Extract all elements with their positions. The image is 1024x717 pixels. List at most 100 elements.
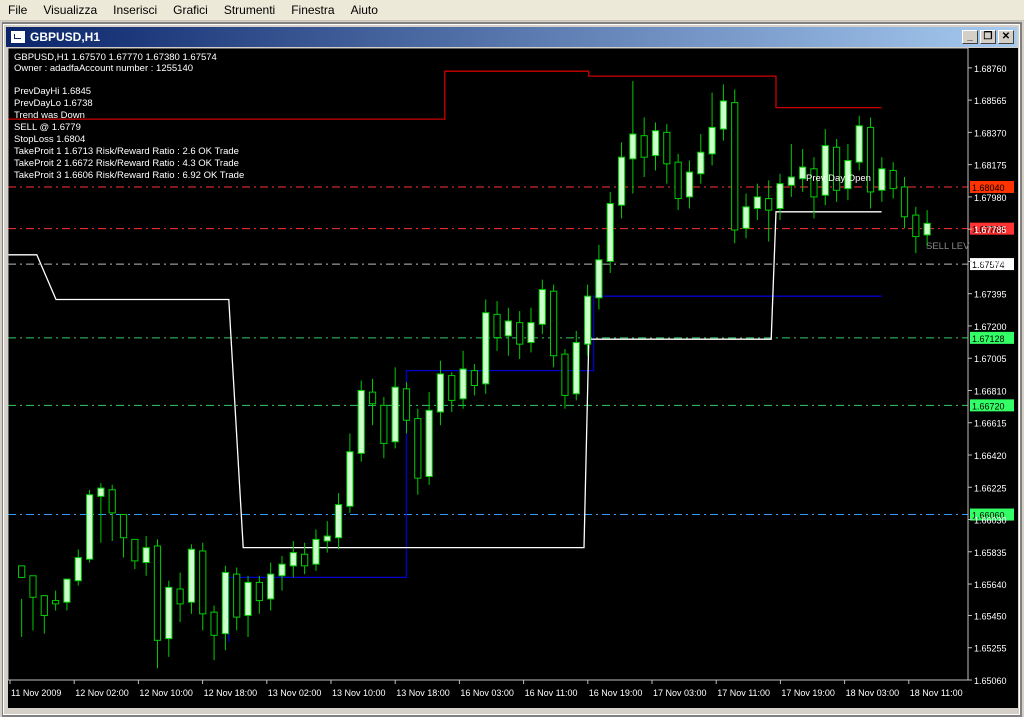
y-tick-label: 1.67005 [974, 354, 1007, 364]
candle-body [482, 312, 490, 385]
candle-body [74, 557, 82, 582]
menu-help[interactable]: Aiuto [343, 0, 386, 20]
candle-body [63, 578, 71, 603]
menu-insert[interactable]: Inserisci [105, 0, 165, 20]
candle-body [606, 203, 614, 262]
y-tick-label: 1.68370 [974, 128, 1007, 138]
candle-body [97, 487, 105, 497]
candle-body [617, 156, 626, 206]
y-tick-label: 1.65640 [974, 580, 1007, 590]
candle-body [583, 295, 592, 345]
candle-body [436, 373, 445, 413]
candle-body [18, 565, 26, 578]
price-chart[interactable]: 1.68040 1.67788 1.67574 1.67128 1.66720 1.660… [7, 47, 1018, 708]
restore-button[interactable]: ❐ [980, 30, 996, 44]
candle-body [255, 581, 263, 602]
candle-body [663, 131, 671, 165]
candle-body [244, 581, 252, 616]
candle-body [346, 451, 354, 507]
x-tick-label: 12 Nov 18:00 [204, 688, 258, 698]
candle-body [527, 322, 535, 343]
x-tick-label: 13 Nov 02:00 [268, 688, 322, 698]
candle-body [289, 552, 297, 567]
chart-canvas[interactable]: 1.680401.677881.675741.671281.667201.660… [7, 47, 1018, 708]
y-tick-label: 1.67200 [974, 322, 1007, 332]
y-tick-label: 1.65255 [974, 644, 1007, 654]
window-title: GBPUSD,H1 [30, 30, 101, 44]
candle-body [199, 550, 207, 615]
candle-body [278, 563, 286, 577]
info-tp2: TakeProit 2 1.6672 Risk/Reward Ratio : 4… [14, 158, 239, 169]
prev-day-open-label: Prev Day Open [806, 173, 871, 184]
pivot-line [8, 211, 882, 549]
x-tick-label: 11 Nov 2009 [11, 688, 61, 698]
candle-body [301, 553, 309, 567]
candle-body [425, 409, 433, 478]
x-tick-label: 16 Nov 19:00 [589, 688, 643, 698]
menu-view[interactable]: Visualizza [35, 0, 105, 20]
info-prev-day-lo: PrevDayLo 1.6738 [14, 98, 93, 109]
minimize-button[interactable]: _ [962, 30, 978, 44]
y-tick-label: 1.68760 [974, 64, 1007, 74]
x-tick-label: 13 Nov 10:00 [332, 688, 386, 698]
x-tick-label: 16 Nov 11:00 [525, 688, 578, 698]
candle-body [731, 102, 739, 231]
candle-body [165, 586, 173, 640]
info-prev-day-hi: PrevDayHi 1.6845 [14, 86, 91, 97]
candle-body [210, 611, 218, 636]
menu-charts[interactable]: Grafici [165, 0, 216, 20]
candle-body [153, 545, 162, 641]
candle-body [119, 514, 128, 539]
candle-body [923, 222, 931, 236]
x-tick-label: 12 Nov 02:00 [75, 688, 129, 698]
x-tick-label: 18 Nov 03:00 [846, 688, 900, 698]
y-tick-label: 1.66225 [974, 483, 1007, 493]
sell-level-label: SELL LEV [926, 241, 970, 252]
candle-body [323, 535, 331, 542]
menu-tools[interactable]: Strumenti [216, 0, 283, 20]
header-line2: Owner : adadfaAccount number : 1255140 [14, 63, 193, 74]
candle-body [493, 313, 501, 339]
candle-body [142, 547, 150, 564]
y-tick-label: 1.66420 [974, 451, 1007, 461]
candle-body [719, 100, 728, 130]
candle-body [40, 595, 48, 616]
candle-body [561, 353, 569, 396]
candle-body [538, 289, 546, 325]
y-tick-label: 1.67785 [974, 225, 1007, 235]
candle-body [889, 169, 897, 190]
menu-file[interactable]: File [0, 0, 35, 20]
candle-body [391, 386, 399, 443]
candle-body [334, 504, 343, 539]
y-tick-label: 1.67395 [974, 290, 1007, 300]
info-tp3: TakeProit 3 1.6606 Risk/Reward Ratio : 6… [14, 170, 244, 181]
candle-body [651, 130, 660, 157]
candle-body [52, 600, 60, 605]
y-tick-label: 1.65835 [974, 548, 1007, 558]
prev-day-high-line [8, 70, 882, 120]
x-tick-label: 18 Nov 11:00 [910, 688, 963, 698]
candle-body [221, 571, 230, 635]
candle-body [708, 126, 716, 155]
close-button[interactable]: ✕ [998, 30, 1014, 44]
candle-body [85, 494, 94, 560]
candle-body [595, 259, 603, 299]
x-tick-label: 17 Nov 03:00 [653, 688, 707, 698]
y-tick-label: 1.65450 [974, 611, 1007, 621]
candle-body [357, 389, 365, 454]
candle-body [753, 196, 761, 209]
candle-body [187, 548, 196, 603]
window-titlebar[interactable]: GBPUSD,H1 _ ❐ ✕ [6, 27, 1017, 47]
level-price-label: 1.68040 [972, 183, 1005, 193]
candle-body [878, 168, 886, 191]
menu-window[interactable]: Finestra [283, 0, 342, 20]
chart-window-icon [10, 30, 26, 44]
y-tick-label: 1.65060 [974, 676, 1007, 686]
x-tick-label: 16 Nov 03:00 [460, 688, 514, 698]
candle-body [448, 375, 456, 401]
y-tick-label: 1.66810 [974, 386, 1007, 396]
y-tick-label: 1.67980 [974, 193, 1007, 203]
x-tick-label: 13 Nov 18:00 [396, 688, 450, 698]
candle-body [674, 161, 682, 200]
x-tick-label: 12 Nov 10:00 [139, 688, 193, 698]
